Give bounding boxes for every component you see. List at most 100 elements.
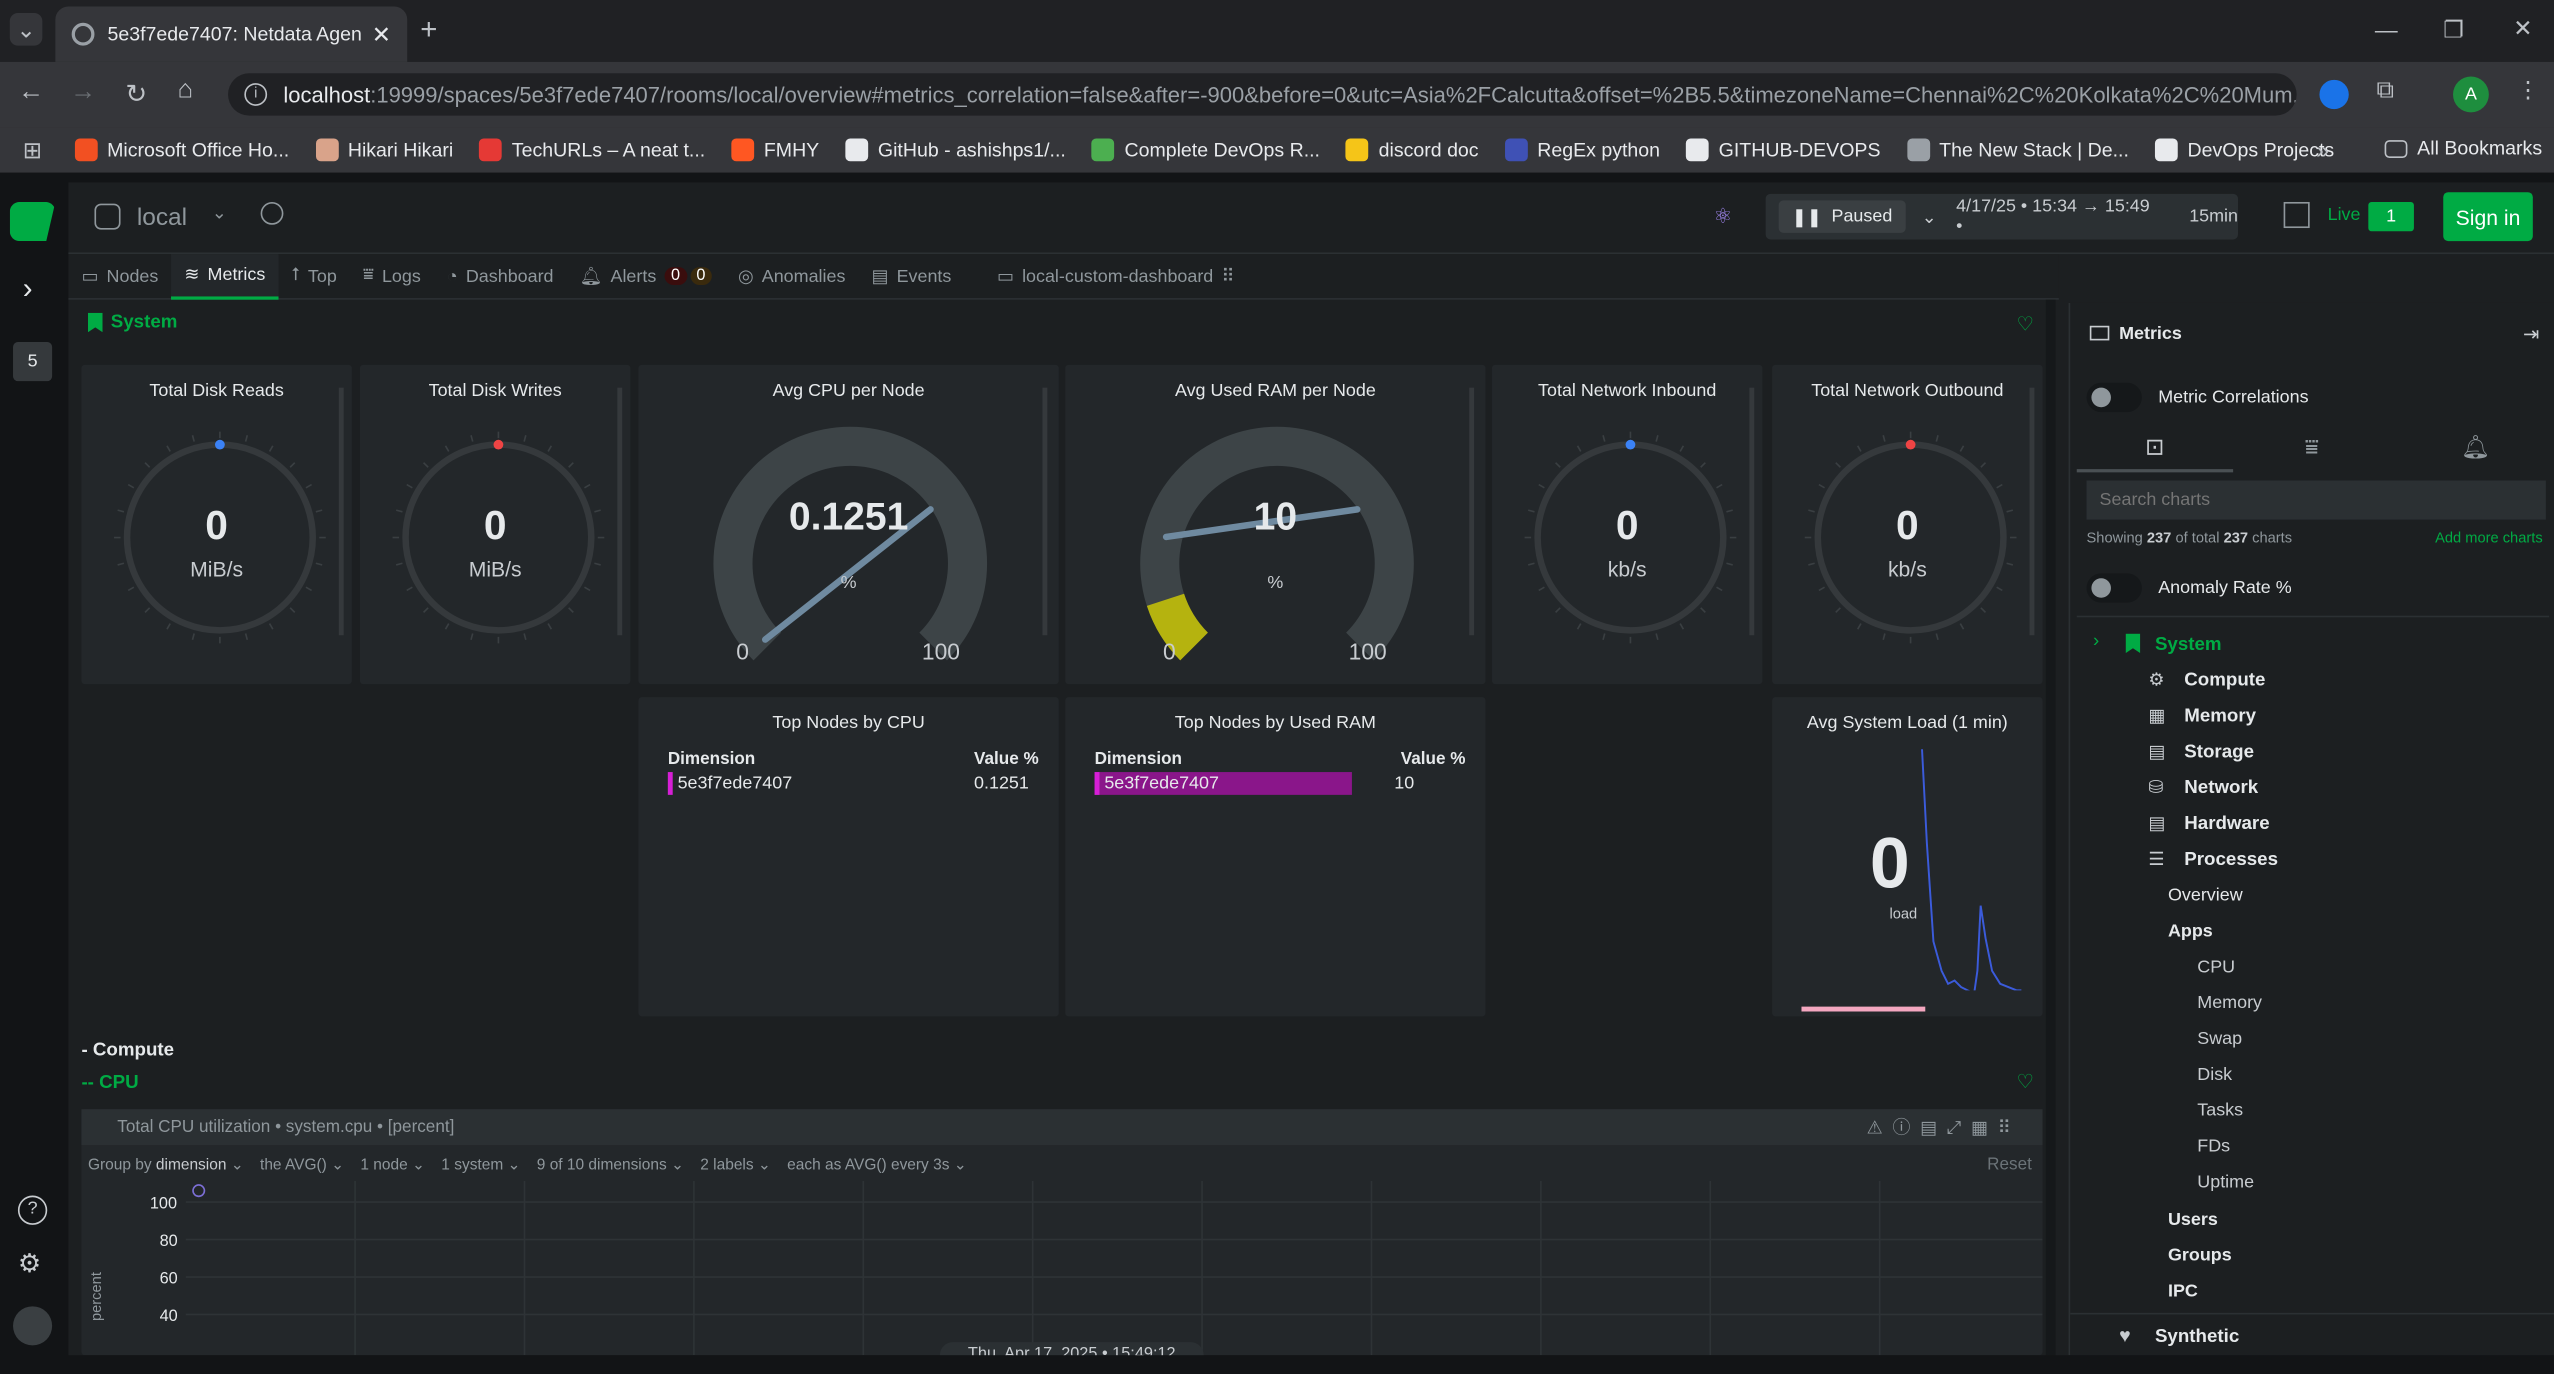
all-bookmarks-button[interactable]: All Bookmarks bbox=[2384, 137, 2542, 160]
reload-icon[interactable]: ↻ bbox=[125, 78, 147, 111]
bookmark-favicon-icon bbox=[1091, 138, 1115, 162]
address-bar[interactable]: i localhost:19999/spaces/5e3f7ede7407/ro… bbox=[228, 73, 2297, 116]
browser-menu-icon[interactable]: ⋮ bbox=[2517, 77, 2540, 105]
profile-avatar[interactable]: A bbox=[2453, 76, 2489, 113]
bookmark-item[interactable]: discord doc bbox=[1346, 138, 1479, 162]
agg-filter[interactable]: the AVG() ⌄ bbox=[260, 1156, 344, 1174]
tree-expand-chevron-icon[interactable]: › bbox=[2093, 632, 2099, 652]
tree-group-compute[interactable]: Compute bbox=[2184, 671, 2265, 691]
bookmark-item[interactable]: GITHUB-DEVOPS bbox=[1686, 138, 1881, 162]
tree-group-processes[interactable]: Processes bbox=[2184, 850, 2278, 870]
systems-filter[interactable]: 1 system ⌄ bbox=[441, 1156, 520, 1174]
nodes-filter[interactable]: 1 node ⌄ bbox=[360, 1156, 425, 1174]
more-bookmarks-icon[interactable]: » bbox=[2316, 137, 2329, 163]
bookmark-favicon-icon bbox=[1906, 138, 1930, 162]
room-settings-icon[interactable] bbox=[260, 201, 284, 225]
main-scrollbar[interactable] bbox=[2045, 299, 2056, 1356]
close-tab-icon[interactable]: ✕ bbox=[372, 20, 391, 48]
tree-synthetic[interactable]: Synthetic bbox=[2155, 1327, 2239, 1347]
tree-system[interactable]: System bbox=[2155, 635, 2222, 655]
bookmark-item[interactable]: Microsoft Office Ho... bbox=[74, 138, 289, 162]
labels-filter[interactable]: 2 labels ⌄ bbox=[700, 1156, 771, 1174]
gauge-scrollbar bbox=[1469, 387, 1475, 636]
bookmark-item[interactable]: GitHub - ashishps1/... bbox=[845, 138, 1066, 162]
time-dropdown-icon[interactable]: ⌄ bbox=[1922, 206, 1937, 228]
tree-group-hardware[interactable]: Hardware bbox=[2184, 814, 2269, 834]
forward-icon[interactable]: → bbox=[70, 78, 96, 107]
tab-dashboard[interactable]: ◔ Dashboard bbox=[434, 253, 567, 299]
chart-toolbar-icons[interactable]: ⚠ⓘ▤⤢▦⠿ bbox=[1867, 1114, 2021, 1140]
group-by-filter[interactable]: Group by dimension ⌄ bbox=[88, 1156, 244, 1174]
bookmark-item[interactable]: DevOps Projects bbox=[2154, 138, 2334, 162]
sign-in-button[interactable]: Sign in bbox=[2443, 192, 2533, 242]
bookmark-item[interactable]: Hikari Hikari bbox=[315, 138, 453, 162]
tab-metrics[interactable]: ≋ Metrics bbox=[171, 253, 279, 299]
time-controls[interactable]: ❚❚ Paused ⌄ 4/17/25 • 15:34 → 15:49 • 15m… bbox=[1765, 193, 2239, 240]
tree-app-memory[interactable]: Memory bbox=[2197, 994, 2262, 1014]
bookmark-item[interactable]: The New Stack | De... bbox=[1906, 138, 2129, 162]
gauge-value: 0 bbox=[483, 503, 507, 549]
tree-group-memory[interactable]: Memory bbox=[2184, 707, 2256, 727]
tree-proc-groups[interactable]: Groups bbox=[2168, 1246, 2232, 1266]
tree-app-tasks[interactable]: Tasks bbox=[2197, 1101, 2243, 1121]
expand-chevron-icon[interactable]: › bbox=[23, 272, 33, 306]
tab-search-icon[interactable]: ⌄ bbox=[9, 13, 43, 46]
tab-anomalies[interactable]: ◎ Anomalies bbox=[725, 253, 859, 299]
duration: 15min bbox=[2189, 206, 2239, 227]
tab-logs[interactable]: ⩸ Logs bbox=[350, 253, 434, 299]
tree-app-disk[interactable]: Disk bbox=[2197, 1065, 2232, 1085]
bookmark-item[interactable]: Complete DevOps R... bbox=[1091, 138, 1320, 162]
bookmark-item[interactable]: FMHY bbox=[731, 138, 819, 162]
settings-gear-icon[interactable]: ⚙ bbox=[18, 1248, 41, 1281]
tree-app-uptime[interactable]: Uptime bbox=[2197, 1173, 2254, 1193]
bookmark-favicon-icon bbox=[1504, 138, 1528, 162]
room-dropdown-icon[interactable]: ⌄ bbox=[212, 202, 227, 224]
top-cpu-node: 5e3f7ede7407 bbox=[677, 773, 793, 794]
help-icon[interactable]: ? bbox=[17, 1195, 48, 1225]
reset-button[interactable]: Reset bbox=[1987, 1155, 2032, 1175]
tree-app-cpu[interactable]: CPU bbox=[2197, 958, 2235, 978]
home-icon[interactable]: ⌂ bbox=[178, 77, 194, 106]
tree-proc-ipc[interactable]: IPC bbox=[2168, 1282, 2198, 1302]
extension-icon[interactable] bbox=[2319, 79, 2349, 110]
new-tab-button[interactable]: + bbox=[420, 13, 437, 47]
tree-proc-users[interactable]: Users bbox=[2168, 1210, 2218, 1230]
gauge-card: Total Network Outbound 0 kb/s bbox=[1772, 364, 2043, 685]
tree-app-swap[interactable]: Swap bbox=[2197, 1029, 2242, 1049]
browser-tab[interactable]: 5e3f7ede7407: Netdata Agent C ✕ bbox=[55, 6, 408, 62]
dims-filter[interactable]: 9 of 10 dimensions ⌄ bbox=[537, 1156, 684, 1174]
tab-top[interactable]: ⭡ Top bbox=[278, 253, 350, 299]
space-badge[interactable]: 5 bbox=[13, 342, 53, 382]
pause-button[interactable]: ❚❚ Paused bbox=[1778, 200, 1906, 233]
tree-app-fds[interactable]: FDs bbox=[2197, 1137, 2230, 1157]
apps-grid-icon[interactable]: ⊞ bbox=[23, 136, 42, 164]
heart-icon[interactable]: ♡ bbox=[2016, 313, 2034, 336]
each-filter[interactable]: each as AVG() every 3s ⌄ bbox=[787, 1156, 967, 1174]
bookmark-item[interactable]: RegEx python bbox=[1504, 138, 1660, 162]
tab-nodes[interactable]: ▭ Nodes bbox=[68, 253, 171, 299]
extensions-puzzle-icon[interactable]: ⧉ bbox=[2376, 77, 2393, 105]
restore-button[interactable]: ❐ bbox=[2443, 16, 2463, 44]
minimize-button[interactable]: — bbox=[2375, 16, 2398, 42]
tab-events[interactable]: ▤ Events bbox=[858, 253, 964, 299]
user-avatar-icon[interactable] bbox=[13, 1306, 53, 1346]
site-info-icon[interactable]: i bbox=[244, 83, 268, 106]
tree-proc-overview[interactable]: Overview bbox=[2168, 886, 2243, 906]
drag-handle-icon[interactable]: ⠿ bbox=[1221, 265, 1234, 287]
tab-local-custom-dashboard[interactable]: ▭ local-custom-dashboard ⠿ bbox=[984, 253, 1248, 299]
tree-proc-apps[interactable]: Apps bbox=[2168, 922, 2213, 942]
back-icon[interactable]: ← bbox=[18, 78, 44, 107]
tree-group-storage[interactable]: Storage bbox=[2184, 743, 2254, 763]
bookmark-item[interactable]: TechURLs – A neat t... bbox=[479, 138, 705, 162]
nodes-list-icon[interactable] bbox=[2283, 201, 2310, 229]
netdata-logo[interactable] bbox=[9, 201, 56, 242]
live-count-badge[interactable]: 1 bbox=[2368, 201, 2414, 232]
room-name[interactable]: local bbox=[137, 204, 187, 232]
agg-label: the AVG() bbox=[260, 1156, 327, 1175]
tree-group-network[interactable]: Network bbox=[2184, 779, 2258, 799]
insights-icon[interactable]: ⚛ bbox=[1714, 204, 1733, 230]
tab-alerts[interactable]: 🔔︎ Alerts 0 0 bbox=[567, 253, 725, 299]
top-ram-card: Top Nodes by Used RAM Dimension Value % … bbox=[1065, 697, 1486, 1017]
heart-icon[interactable]: ♡ bbox=[2016, 1070, 2034, 1093]
close-window-button[interactable]: ✕ bbox=[2513, 15, 2532, 43]
